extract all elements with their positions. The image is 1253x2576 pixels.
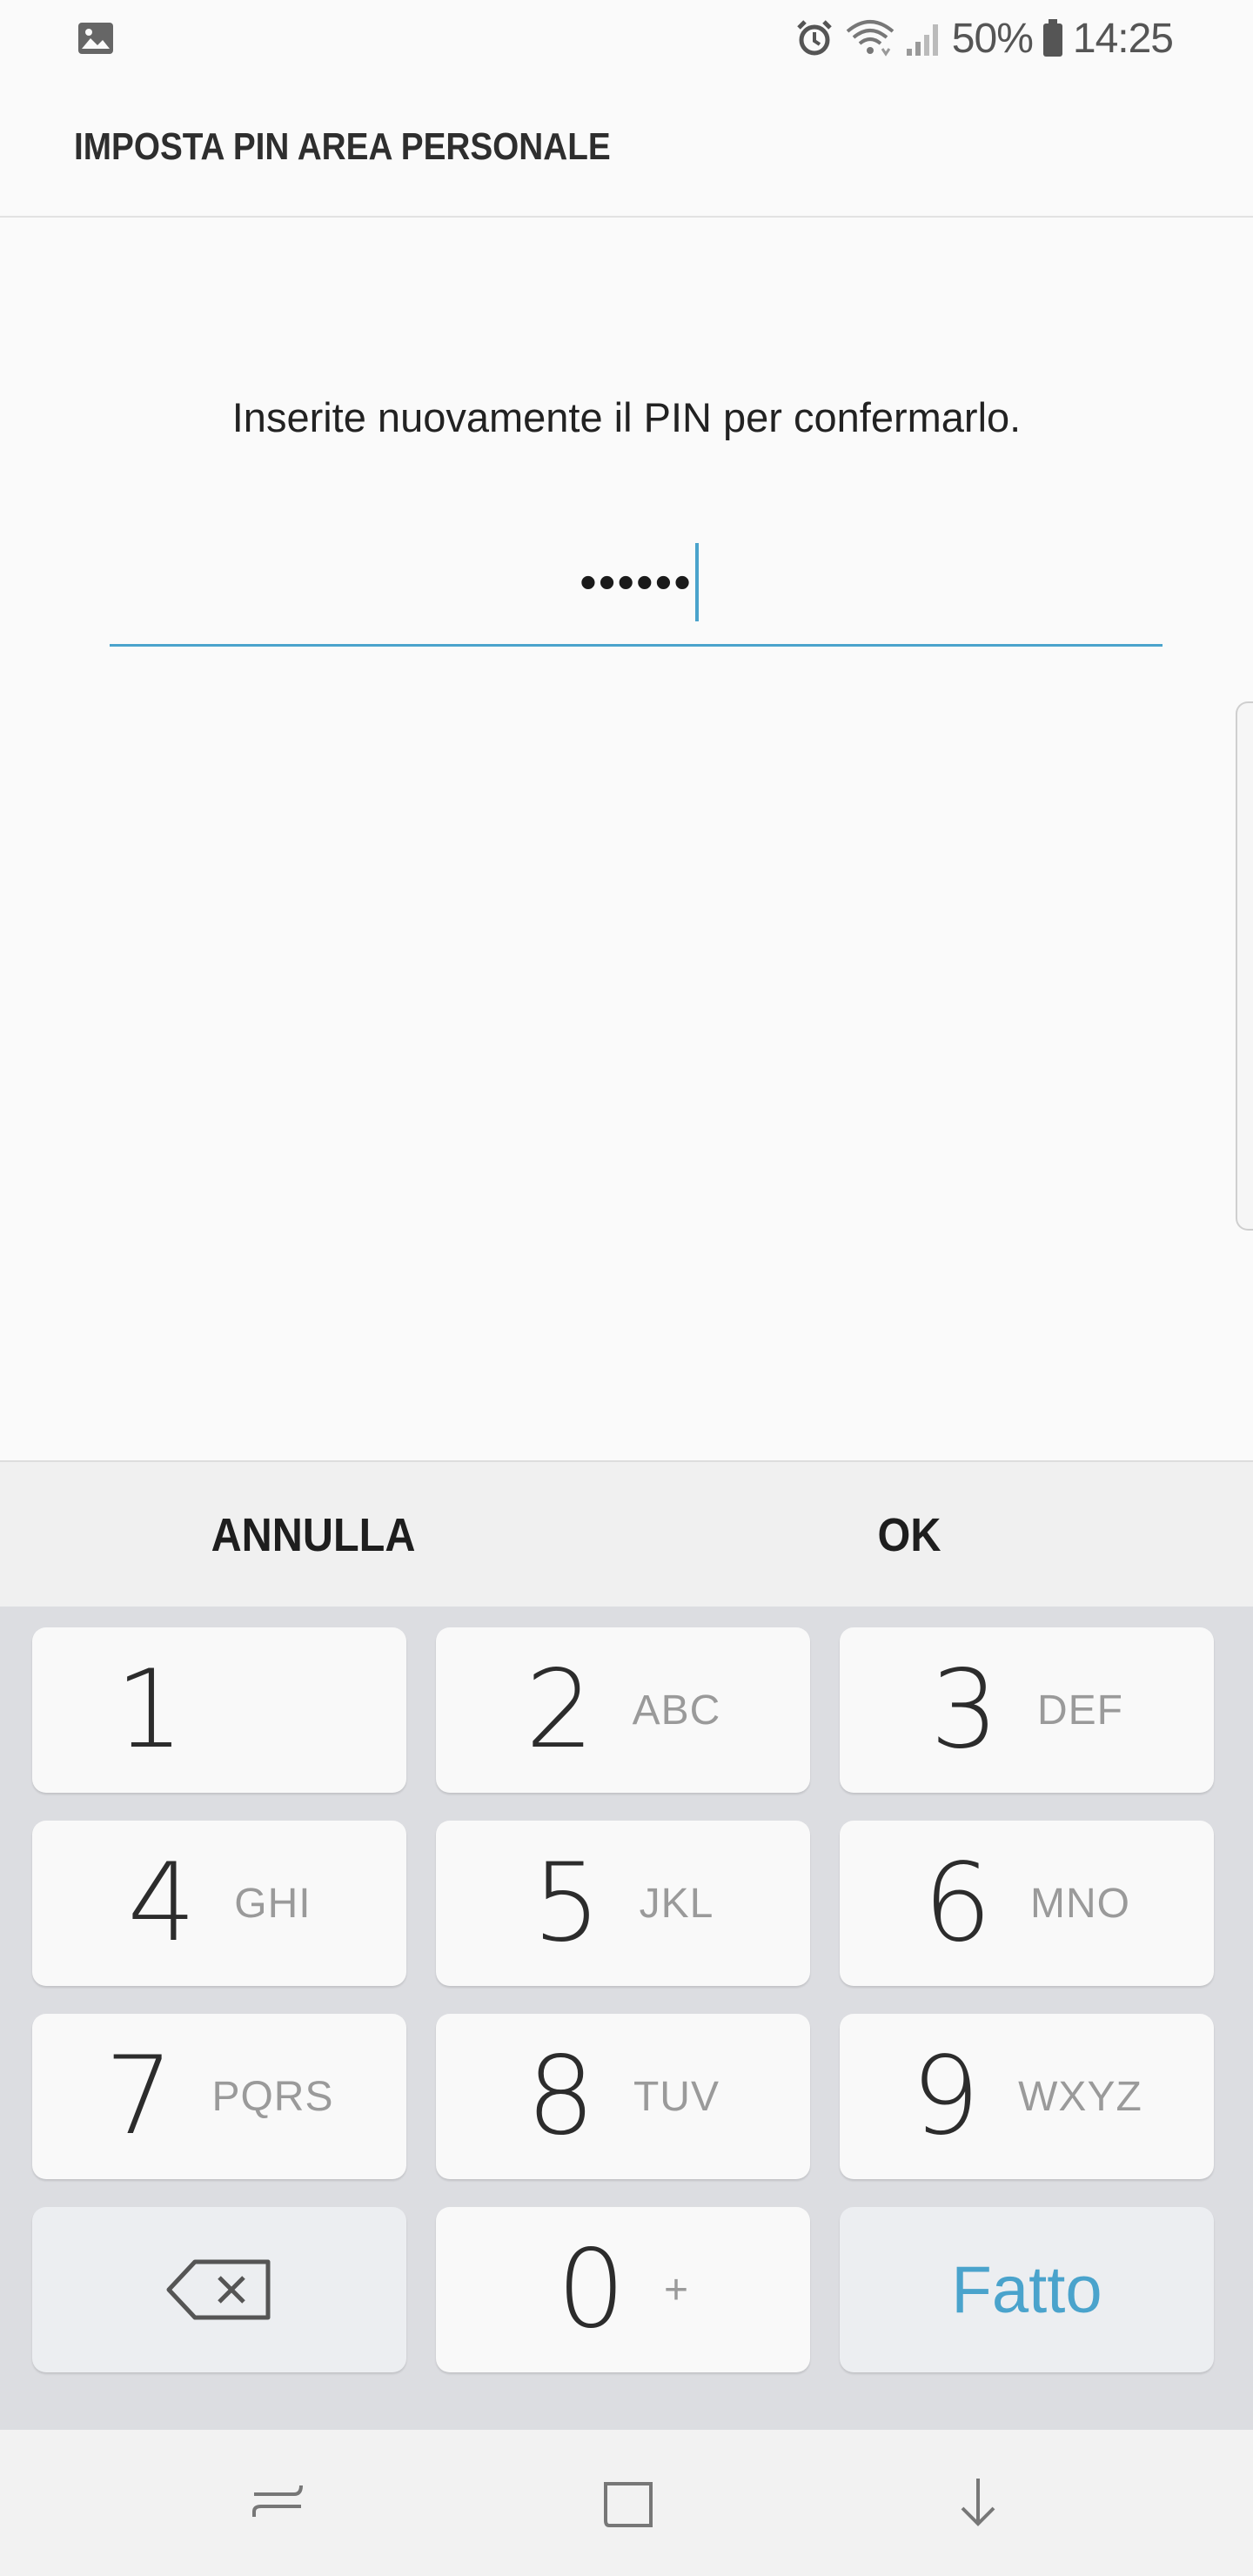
battery-icon [1042, 19, 1062, 57]
key-letters: DEF [1036, 1687, 1123, 1734]
key-letters: ABC [632, 1687, 721, 1734]
key-letters: JKL [639, 1880, 714, 1927]
key-letters: PQRS [211, 2073, 334, 2120]
alarm-icon [797, 20, 832, 56]
cancel-button[interactable]: ANNULLA [31, 1462, 595, 1608]
numeric-keypad: 1 2 ABC 3 DEF 4 GHI 5 JKL 6 MNO 7 PQRS 8… [0, 1607, 1253, 2430]
status-icons: 50% 14:25 [794, 14, 1174, 63]
key-9[interactable]: 9 WXYZ [840, 2014, 1214, 2179]
done-label: Fatto [951, 2252, 1102, 2327]
signal-icon [906, 24, 938, 56]
hide-keyboard-icon[interactable] [943, 2468, 1013, 2538]
clock: 14:25 [1072, 15, 1174, 62]
key-8[interactable]: 8 TUV [436, 2014, 810, 2179]
status-bar: 50% 14:25 [0, 0, 1253, 77]
key-digit: 1 [115, 1647, 184, 1773]
text-cursor [695, 543, 699, 621]
key-letters: WXYZ [1018, 2073, 1142, 2120]
key-letters: MNO [1029, 1880, 1130, 1927]
app-header: IMPOSTA PIN AREA PERSONALE [0, 77, 1253, 218]
key-letters: GHI [234, 1880, 312, 1927]
edge-panel-handle[interactable] [1236, 701, 1253, 1231]
recent-apps-icon[interactable] [244, 2468, 313, 2538]
backspace-icon [166, 2259, 271, 2320]
key-4[interactable]: 4 GHI [32, 1821, 406, 1986]
pin-input[interactable]: •••••• [110, 531, 1163, 647]
key-digit: 2 [525, 1647, 594, 1773]
key-digit: 9 [911, 2034, 981, 2159]
key-6[interactable]: 6 MNO [840, 1821, 1214, 1986]
key-digit: 3 [930, 1647, 999, 1773]
key-2[interactable]: 2 ABC [436, 1627, 810, 1793]
key-digit: 7 [104, 2034, 174, 2159]
instruction-text: Inserite nuovamente il PIN per confermar… [231, 394, 1022, 440]
key-digit: 0 [557, 2227, 626, 2352]
navigation-bar [0, 2430, 1253, 2576]
backspace-button[interactable] [32, 2207, 406, 2372]
key-digit: 5 [532, 1841, 601, 1966]
dialog-button-bar: ANNULLA OK [0, 1460, 1253, 1608]
image-notification-icon [78, 23, 113, 54]
battery-percent: 50% [951, 15, 1034, 62]
key-1[interactable]: 1 [32, 1627, 406, 1793]
key-3[interactable]: 3 DEF [840, 1627, 1214, 1793]
key-5[interactable]: 5 JKL [436, 1821, 810, 1986]
wifi-icon [846, 20, 895, 57]
pin-masked-value: •••••• [580, 554, 693, 609]
key-letters: TUV [633, 2073, 720, 2120]
home-icon[interactable] [593, 2468, 663, 2538]
key-digit: 6 [923, 1841, 992, 1966]
key-7[interactable]: 7 PQRS [32, 2014, 406, 2179]
done-button[interactable]: Fatto [840, 2207, 1214, 2372]
key-0[interactable]: 0 + [436, 2207, 810, 2372]
ok-button[interactable]: OK [627, 1462, 1191, 1608]
page-title: IMPOSTA PIN AREA PERSONALE [74, 125, 611, 168]
key-letters: + [663, 2266, 689, 2313]
key-digit: 8 [526, 2034, 595, 2159]
key-digit: 4 [127, 1841, 197, 1966]
